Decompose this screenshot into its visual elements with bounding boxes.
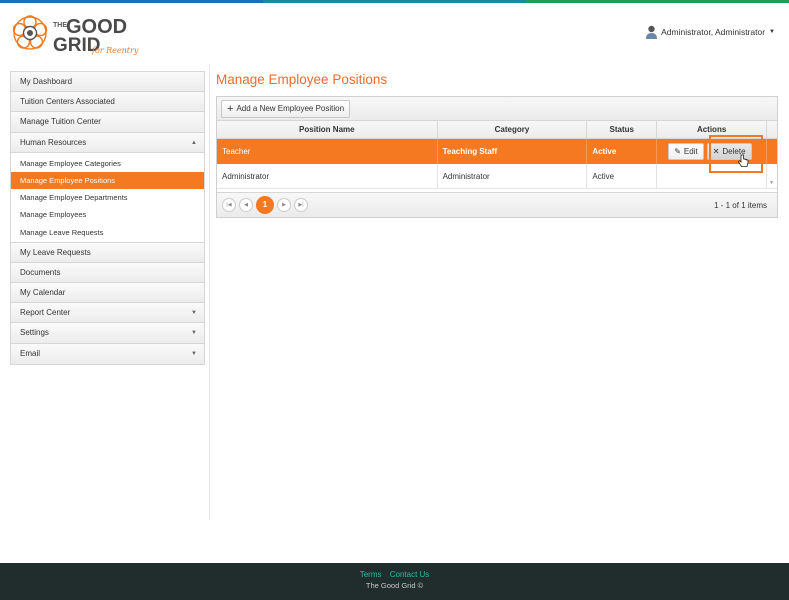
sidebar-subitem-employees[interactable]: Manage Employees (11, 206, 204, 224)
table-row[interactable]: Administrator Administrator Active (217, 164, 777, 189)
positions-grid: + Add a New Employee Position Position N… (216, 96, 778, 218)
sidebar-item-settings[interactable]: Settings ▼ (11, 323, 204, 344)
flower-emblem-icon (12, 15, 48, 50)
grid-toolbar: + Add a New Employee Position (217, 97, 777, 121)
edit-label: Edit (683, 147, 698, 156)
pager: |◀ ◀ 1 ▶ ▶| 1 - 1 of 1 items (217, 192, 777, 217)
sidebar-item-label: Email (20, 348, 41, 358)
close-icon: ✕ (712, 147, 720, 156)
cell-status: Active (587, 139, 658, 164)
terms-link[interactable]: Terms (360, 570, 382, 579)
caret-down-icon: ▼ (191, 330, 197, 337)
sidebar-item-label: My Calendar (20, 288, 66, 298)
sidebar-item-label: Documents (20, 267, 61, 277)
sidebar-item-documents[interactable]: Documents (11, 262, 204, 284)
column-header-category[interactable]: Category (438, 121, 588, 138)
sidebar-item-human-resources[interactable]: Human Resources ▲ (11, 132, 204, 153)
sidebar-item-email[interactable]: Email ▼ (11, 343, 204, 364)
cell-position-name: Teacher (217, 139, 438, 164)
edit-button[interactable]: ✎ Edit (668, 143, 704, 160)
content-divider (209, 65, 210, 520)
prev-page-icon[interactable]: ◀ (239, 198, 253, 212)
sidebar-subitem-employee-positions[interactable]: Manage Employee Positions (11, 171, 204, 190)
cell-actions (657, 164, 767, 188)
last-page-icon[interactable]: ▶| (294, 198, 308, 212)
brand-tagline: for Reentry (91, 46, 139, 55)
sidebar-item-label: Tuition Centers Associated (20, 97, 115, 107)
user-avatar-icon (646, 25, 658, 39)
current-page-button[interactable]: 1 (256, 196, 274, 214)
contact-us-link[interactable]: Contact Us (390, 570, 430, 579)
scroll-down-icon[interactable]: ▼ (769, 180, 774, 186)
caret-down-icon: ▼ (191, 350, 197, 357)
sidebar-item-my-calendar[interactable]: My Calendar (11, 283, 204, 304)
column-header-status[interactable]: Status (587, 121, 658, 138)
hand-cursor-icon (738, 154, 749, 167)
footer: Terms Contact Us The Good Grid © (0, 563, 789, 600)
user-menu[interactable]: Administrator, Administrator ▼ (646, 25, 775, 39)
brand-logo[interactable]: THE GOOD GRID for Reentry (10, 11, 145, 59)
sidebar-item-label: My Dashboard (20, 77, 73, 86)
caret-up-icon: ▲ (191, 139, 197, 146)
column-header-position-name[interactable]: Position Name (217, 121, 438, 138)
pencil-icon: ✎ (674, 147, 681, 156)
sidebar-item-label: Settings (20, 328, 49, 338)
user-name: Administrator, Administrator (661, 27, 766, 37)
sidebar-item-label: My Leave Requests (20, 247, 91, 257)
sidebar-subitem-employee-categories[interactable]: Manage Employee Categories (11, 154, 204, 172)
table-row[interactable]: Teacher Teaching Staff Active ✎ Edit ✕ D… (217, 139, 777, 164)
column-header-spacer (767, 121, 777, 138)
caret-down-icon: ▼ (191, 310, 197, 317)
sidebar-item-label: Human Resources (20, 137, 87, 147)
sidebar-subitem-employee-departments[interactable]: Manage Employee Departments (11, 189, 204, 207)
cell-category: Administrator (438, 164, 588, 188)
sidebar: My Dashboard Tuition Centers Associated … (10, 71, 205, 365)
plus-icon: + (227, 103, 234, 115)
cell-position-name: Administrator (217, 164, 438, 188)
grid-header: Position Name Category Status Actions (217, 121, 777, 139)
header: THE GOOD GRID for Reentry Administrator,… (0, 3, 789, 65)
copyright: The Good Grid © (365, 581, 424, 590)
sidebar-item-label: Manage Tuition Center (20, 117, 101, 127)
cell-spacer (767, 139, 777, 164)
first-page-icon[interactable]: |◀ (222, 198, 236, 212)
sidebar-subitem-leave-requests[interactable]: Manage Leave Requests (11, 223, 204, 241)
sidebar-item-my-dashboard[interactable]: My Dashboard (11, 72, 204, 93)
add-button-label: Add a New Employee Position (236, 104, 345, 113)
caret-down-icon: ▼ (769, 29, 775, 35)
column-header-actions: Actions (657, 121, 768, 138)
sidebar-item-tuition-centers-associated[interactable]: Tuition Centers Associated (11, 92, 204, 113)
human-resources-submenu: Manage Employee Categories Manage Employ… (11, 153, 204, 243)
cell-actions: ✎ Edit ✕ Delete (657, 139, 767, 164)
cell-status: Active (587, 164, 658, 188)
sidebar-item-my-leave-requests[interactable]: My Leave Requests (11, 242, 204, 263)
pager-info: 1 - 1 of 1 items (714, 201, 767, 210)
next-page-icon[interactable]: ▶ (277, 198, 291, 212)
sidebar-item-manage-tuition-center[interactable]: Manage Tuition Center (11, 112, 204, 133)
sidebar-item-report-center[interactable]: Report Center ▼ (11, 303, 204, 324)
add-employee-position-button[interactable]: + Add a New Employee Position (221, 100, 351, 118)
page-title: Manage Employee Positions (216, 72, 388, 87)
sidebar-item-label: Report Center (20, 308, 71, 318)
cell-category: Teaching Staff (438, 139, 588, 164)
